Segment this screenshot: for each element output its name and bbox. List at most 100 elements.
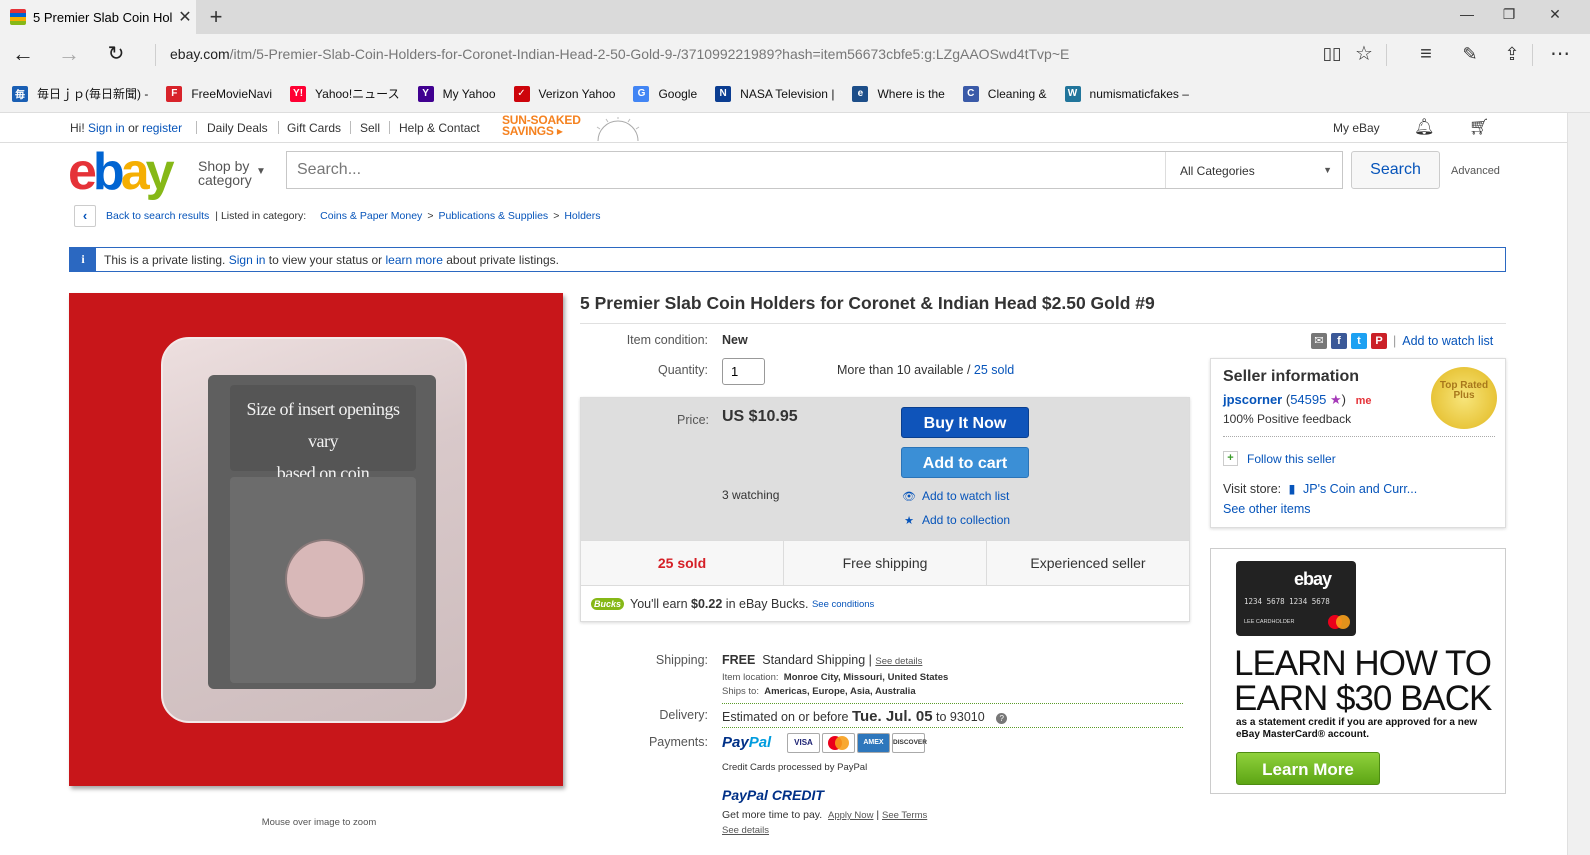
tab-title: 5 Premier Slab Coin Hol xyxy=(33,9,173,25)
twitter-icon[interactable]: t xyxy=(1351,333,1367,349)
favorite-item[interactable]: G Google xyxy=(633,85,697,102)
ebay-mastercard-ad[interactable]: ebay 1234 5678 1234 5678 LEE CARDHOLDER … xyxy=(1210,548,1506,794)
help-contact-link[interactable]: Help & Contact xyxy=(399,121,480,135)
feedback-score-link[interactable]: 54595 xyxy=(1290,392,1326,407)
ebay-top-nav: Hi! Sign in or register Daily Deals Gift… xyxy=(0,113,1590,143)
me-icon[interactable]: me xyxy=(1356,395,1372,407)
seller-info-title: Seller information xyxy=(1223,368,1360,385)
favorite-item[interactable]: N NASA Television | xyxy=(715,85,834,102)
verizon-icon: ✓ xyxy=(513,85,530,102)
add-to-cart-button[interactable]: Add to cart xyxy=(901,447,1029,478)
see-conditions-link[interactable]: See conditions xyxy=(812,599,874,610)
freemovienavi-icon: F xyxy=(166,85,183,102)
my-ebay-link[interactable]: My eBay xyxy=(1333,121,1380,135)
see-other-items-link[interactable]: See other items xyxy=(1223,502,1311,516)
search-button[interactable]: Search xyxy=(1351,151,1440,189)
refresh-icon[interactable]: ↻ xyxy=(101,42,131,66)
condition-value: New xyxy=(722,333,748,347)
back-arrow-icon[interactable]: ← xyxy=(8,42,38,66)
ebay-logo[interactable]: ebay xyxy=(68,146,175,198)
favorite-item[interactable]: C Cleaning & xyxy=(962,85,1047,102)
amex-icon: AMEX xyxy=(857,733,890,753)
cart-icon[interactable]: 🛒︎ xyxy=(1469,117,1489,137)
learn-more-button[interactable]: Learn More xyxy=(1236,752,1380,785)
follow-seller-link[interactable]: + Follow this seller xyxy=(1223,451,1336,466)
sell-link[interactable]: Sell xyxy=(360,121,380,135)
page-scrollbar[interactable] xyxy=(1567,113,1590,855)
ad-subtext: as a statement credit if you are approve… xyxy=(1236,717,1478,740)
web-note-icon[interactable]: ✎ xyxy=(1456,43,1484,65)
ebay-favicon xyxy=(10,9,26,25)
facebook-icon[interactable]: f xyxy=(1331,333,1347,349)
tab-close-icon[interactable]: ✕ xyxy=(174,7,196,27)
sun-icon xyxy=(596,117,640,141)
sold-highlight: 25 sold xyxy=(581,541,784,585)
paypal-credit-logo: PayPal CREDIT xyxy=(722,787,824,803)
shipping-value: FREE Standard Shipping | See details xyxy=(722,653,923,667)
product-image[interactable]: Size of insert openings vary based on co… xyxy=(69,293,563,786)
minimize-icon[interactable]: — xyxy=(1452,6,1482,22)
forward-arrow-icon[interactable]: → xyxy=(54,42,84,66)
help-icon[interactable]: ? xyxy=(996,713,1008,724)
url-field[interactable]: ebay.com/itm/5-Premier-Slab-Coin-Holders… xyxy=(170,46,1069,62)
restore-icon[interactable]: ❐ xyxy=(1494,6,1524,23)
add-to-watch-list-link[interactable]: 👁︎ Add to watch list xyxy=(902,489,1009,503)
favorite-item[interactable]: ✓ Verizon Yahoo xyxy=(513,85,615,102)
gift-cards-link[interactable]: Gift Cards xyxy=(287,121,341,135)
add-to-collection-link[interactable]: ★ Add to collection xyxy=(902,513,1010,527)
apply-now-link[interactable]: Apply Now xyxy=(828,810,873,821)
favorite-star-icon[interactable]: ☆ xyxy=(1350,43,1378,65)
item-location: Item location: Monroe City, Missouri, Un… xyxy=(722,672,949,683)
nasa-icon: N xyxy=(715,85,732,102)
favorite-item[interactable]: F FreeMovieNavi xyxy=(166,85,273,102)
notification-bell-icon[interactable]: 🔔︎ xyxy=(1414,117,1434,137)
back-to-search-link[interactable]: Back to search results xyxy=(106,210,209,222)
quantity-input[interactable] xyxy=(722,358,765,385)
pinterest-icon[interactable]: P xyxy=(1371,333,1387,349)
favorite-item[interactable]: Y My Yahoo xyxy=(417,85,496,102)
breadcrumb-publications[interactable]: Publications & Supplies xyxy=(438,210,548,222)
daily-deals-link[interactable]: Daily Deals xyxy=(207,121,268,135)
see-details-link[interactable]: See details xyxy=(722,825,769,836)
feedback-star-icon: ★ xyxy=(1329,392,1342,407)
breadcrumb-holders[interactable]: Holders xyxy=(564,210,600,222)
breadcrumb-coins[interactable]: Coins & Paper Money xyxy=(320,210,422,222)
seller-name-link[interactable]: jpscorner xyxy=(1223,392,1282,407)
advanced-search-link[interactable]: Advanced xyxy=(1451,165,1500,177)
hub-icon[interactable]: ≡ xyxy=(1412,43,1440,65)
window-close-icon[interactable]: ✕ xyxy=(1540,6,1570,23)
notice-sign-in-link[interactable]: Sign in xyxy=(229,253,266,267)
shipping-see-details-link[interactable]: See details xyxy=(875,656,922,667)
share-icon[interactable]: ⇪ xyxy=(1498,43,1526,65)
learn-more-link[interactable]: learn more xyxy=(386,253,443,267)
favorite-label: FreeMovieNavi xyxy=(191,86,273,101)
favorite-item[interactable]: 毎毎日ｊｐ(毎日新聞) - xyxy=(12,85,148,102)
favorite-item[interactable]: Y! Yahoo!ニュース xyxy=(290,85,400,102)
new-tab-icon[interactable]: + xyxy=(204,4,228,30)
visa-icon: VISA xyxy=(787,733,820,753)
more-icon[interactable]: ⋯ xyxy=(1546,43,1574,65)
condition-label: Item condition: xyxy=(626,333,708,347)
favorite-label: Yahoo!ニュース xyxy=(315,87,400,101)
favorite-label: Where is the xyxy=(877,86,945,101)
back-chevron-icon[interactable]: ‹ xyxy=(74,205,96,227)
add-to-watch-list-top[interactable]: Add to watch list xyxy=(1402,334,1493,348)
buy-it-now-button[interactable]: Buy It Now xyxy=(901,407,1029,438)
availability: More than 10 available / 25 sold xyxy=(837,363,1015,377)
sign-in-link[interactable]: Sign in xyxy=(88,121,125,135)
search-input[interactable] xyxy=(287,152,1165,188)
yahoo-news-icon: Y! xyxy=(290,85,307,102)
see-terms-link[interactable]: See Terms xyxy=(882,810,927,821)
sold-count-link[interactable]: 25 sold xyxy=(974,363,1014,377)
store-link[interactable]: JP's Coin and Curr... xyxy=(1303,482,1417,496)
favorite-item[interactable]: Wnumismaticfakes – xyxy=(1064,85,1189,102)
email-icon[interactable]: ✉ xyxy=(1311,333,1327,349)
reading-view-icon[interactable]: ▯▯ xyxy=(1318,43,1346,65)
category-select[interactable]: All Categories ▼ xyxy=(1165,152,1342,188)
card-logos: VISA AMEX DISCOVER xyxy=(787,733,927,753)
browser-tab[interactable]: 5 Premier Slab Coin Hol ✕ xyxy=(0,0,196,34)
register-link[interactable]: register xyxy=(142,121,182,135)
favorite-item[interactable]: e Where is the xyxy=(852,85,945,102)
shop-by-category[interactable]: Shop by category xyxy=(198,159,252,187)
sun-soaked-savings-promo[interactable]: SUN-SOAKED SAVINGS ▸ xyxy=(502,114,642,141)
